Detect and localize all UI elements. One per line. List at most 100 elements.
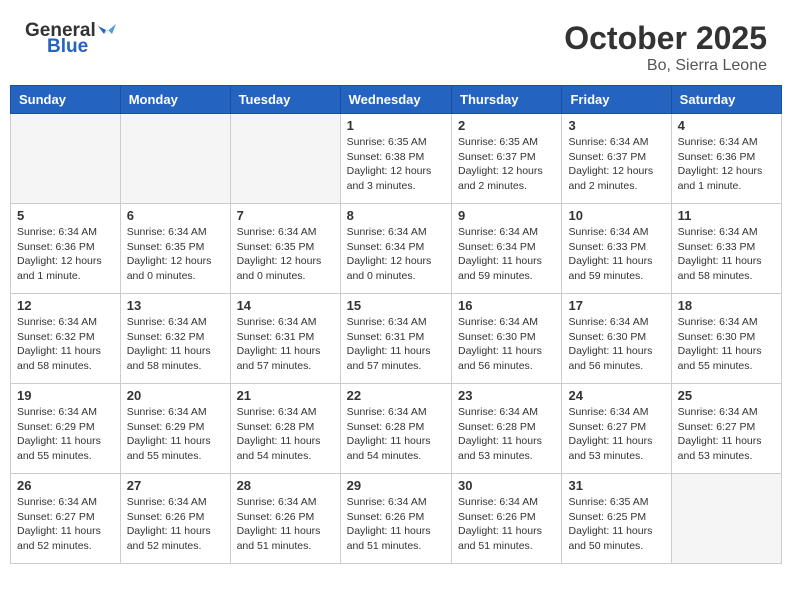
calendar-cell: 17Sunrise: 6:34 AM Sunset: 6:30 PM Dayli… [562,294,671,384]
calendar-cell: 29Sunrise: 6:34 AM Sunset: 6:26 PM Dayli… [340,474,451,564]
day-info: Sunrise: 6:34 AM Sunset: 6:29 PM Dayligh… [17,405,114,464]
day-number: 31 [568,478,664,493]
calendar-cell: 26 Sunrise: 6:34 AM Sunset: 6:27 PM Dayli… [11,474,121,564]
day-number: 9 [458,208,555,223]
calendar-cell: 13 Sunrise: 6:34 AM Sunset: 6:32 PM Dayli… [120,294,230,384]
day-info: Sunrise: 6:34 AM Sunset: 6:31 PM Dayligh… [237,315,334,374]
month-title: October 2025 [564,20,767,57]
weekday-header-wednesday: Wednesday [340,86,451,114]
calendar-cell [671,474,781,564]
day-info: Sunrise: 6:34 AM Sunset: 6:35 PM Dayligh… [127,225,224,284]
day-number: 16 [458,298,555,313]
day-info: Sunrise: 6:34 AM Sunset: 6:37 PM Dayligh… [568,135,664,194]
day-number: 6 [127,208,224,223]
calendar-cell: 16Sunrise: 6:34 AM Sunset: 6:30 PM Dayli… [452,294,562,384]
day-info: Sunrise: 6:34 AM Sunset: 6:27 PM Dayligh… [568,405,664,464]
day-number: 5 [17,208,114,223]
weekday-header-friday: Friday [562,86,671,114]
weekday-header-monday: Monday [120,86,230,114]
calendar-cell: 21 Sunrise: 6:34 AM Sunset: 6:28 PM Dayli… [230,384,340,474]
day-info: Sunrise: 6:34 AM Sunset: 6:36 PM Dayligh… [17,225,114,284]
location-title: Bo, Sierra Leone [564,57,767,75]
calendar-cell: 4 Sunrise: 6:34 AM Sunset: 6:36 PM Daylig… [671,114,781,204]
day-number: 10 [568,208,664,223]
weekday-header-row: SundayMondayTuesdayWednesdayThursdayFrid… [11,86,782,114]
calendar-cell: 9 Sunrise: 6:34 AM Sunset: 6:34 PM Daylig… [452,204,562,294]
calendar-table: SundayMondayTuesdayWednesdayThursdayFrid… [10,85,782,564]
day-number: 24 [568,388,664,403]
day-info: Sunrise: 6:34 AM Sunset: 6:30 PM Dayligh… [678,315,775,374]
day-number: 2 [458,118,555,133]
day-number: 13 [127,298,224,313]
week-row-1: 1 Sunrise: 6:35 AM Sunset: 6:38 PM Daylig… [11,114,782,204]
day-number: 25 [678,388,775,403]
calendar-cell: 20 Sunrise: 6:34 AM Sunset: 6:29 PM Dayli… [120,384,230,474]
day-info: Sunrise: 6:35 AM Sunset: 6:38 PM Dayligh… [347,135,445,194]
day-info: Sunrise: 6:34 AM Sunset: 6:28 PM Dayligh… [458,405,555,464]
day-info: Sunrise: 6:35 AM Sunset: 6:25 PM Dayligh… [568,495,664,554]
day-number: 20 [127,388,224,403]
day-info: Sunrise: 6:34 AM Sunset: 6:27 PM Dayligh… [678,405,775,464]
day-number: 27 [127,478,224,493]
day-number: 21 [237,388,334,403]
weekday-header-thursday: Thursday [452,86,562,114]
day-number: 12 [17,298,114,313]
calendar-cell: 25 Sunrise: 6:34 AM Sunset: 6:27 PM Dayli… [671,384,781,474]
logo-blue-text: Blue [47,36,88,58]
calendar-cell: 12Sunrise: 6:34 AM Sunset: 6:32 PM Dayli… [11,294,121,384]
day-info: Sunrise: 6:34 AM Sunset: 6:27 PM Dayligh… [17,495,114,554]
calendar-cell: 5 Sunrise: 6:34 AM Sunset: 6:36 PM Daylig… [11,204,121,294]
week-row-3: 12 Sunrise: 6:34 AM Sunset: 6:32 PM Dayli… [11,294,782,384]
calendar-cell [120,114,230,204]
day-info: Sunrise: 6:34 AM Sunset: 6:28 PM Dayligh… [347,405,445,464]
calendar-cell: 8Sunrise: 6:34 AM Sunset: 6:34 PM Daylig… [340,204,451,294]
weekday-header-sunday: Sunday [11,86,121,114]
week-row-2: 5 Sunrise: 6:34 AM Sunset: 6:36 PM Daylig… [11,204,782,294]
week-row-4: 19 Sunrise: 6:34 AM Sunset: 6:29 PM Dayli… [11,384,782,474]
day-number: 4 [678,118,775,133]
calendar-cell: 1 Sunrise: 6:35 AM Sunset: 6:38 PM Daylig… [340,114,451,204]
weekday-header-tuesday: Tuesday [230,86,340,114]
day-info: Sunrise: 6:34 AM Sunset: 6:26 PM Dayligh… [127,495,224,554]
day-info: Sunrise: 6:34 AM Sunset: 6:33 PM Dayligh… [568,225,664,284]
day-info: Sunrise: 6:34 AM Sunset: 6:32 PM Dayligh… [127,315,224,374]
calendar-cell: 27 Sunrise: 6:34 AM Sunset: 6:26 PM Dayli… [120,474,230,564]
day-info: Sunrise: 6:34 AM Sunset: 6:31 PM Dayligh… [347,315,445,374]
calendar-cell: 23 Sunrise: 6:34 AM Sunset: 6:28 PM Dayli… [452,384,562,474]
day-info: Sunrise: 6:34 AM Sunset: 6:34 PM Dayligh… [458,225,555,284]
calendar-cell: 19 Sunrise: 6:34 AM Sunset: 6:29 PM Dayli… [11,384,121,474]
day-number: 22 [347,388,445,403]
day-number: 23 [458,388,555,403]
day-info: Sunrise: 6:34 AM Sunset: 6:28 PM Dayligh… [237,405,334,464]
day-number: 19 [17,388,114,403]
title-section: October 2025 Bo, Sierra Leone [564,20,767,75]
calendar-cell: 22 Sunrise: 6:34 AM Sunset: 6:28 PM Dayli… [340,384,451,474]
calendar-cell [11,114,121,204]
calendar-cell: 6 Sunrise: 6:34 AM Sunset: 6:35 PM Daylig… [120,204,230,294]
calendar-cell: 18Sunrise: 6:34 AM Sunset: 6:30 PM Dayli… [671,294,781,384]
day-info: Sunrise: 6:35 AM Sunset: 6:37 PM Dayligh… [458,135,555,194]
calendar-cell: 31 Sunrise: 6:35 AM Sunset: 6:25 PM Dayli… [562,474,671,564]
day-number: 1 [347,118,445,133]
day-number: 3 [568,118,664,133]
day-number: 26 [17,478,114,493]
calendar-cell: 24 Sunrise: 6:34 AM Sunset: 6:27 PM Dayli… [562,384,671,474]
calendar-cell: 14Sunrise: 6:34 AM Sunset: 6:31 PM Dayli… [230,294,340,384]
weekday-header-saturday: Saturday [671,86,781,114]
day-number: 28 [237,478,334,493]
calendar-cell: 7Sunrise: 6:34 AM Sunset: 6:35 PM Daylig… [230,204,340,294]
day-info: Sunrise: 6:34 AM Sunset: 6:33 PM Dayligh… [678,225,775,284]
day-number: 29 [347,478,445,493]
day-info: Sunrise: 6:34 AM Sunset: 6:29 PM Dayligh… [127,405,224,464]
calendar-cell: 11 Sunrise: 6:34 AM Sunset: 6:33 PM Dayli… [671,204,781,294]
day-number: 11 [678,208,775,223]
calendar-cell: 2 Sunrise: 6:35 AM Sunset: 6:37 PM Daylig… [452,114,562,204]
week-row-5: 26 Sunrise: 6:34 AM Sunset: 6:27 PM Dayli… [11,474,782,564]
day-info: Sunrise: 6:34 AM Sunset: 6:36 PM Dayligh… [678,135,775,194]
day-info: Sunrise: 6:34 AM Sunset: 6:26 PM Dayligh… [458,495,555,554]
day-info: Sunrise: 6:34 AM Sunset: 6:34 PM Dayligh… [347,225,445,284]
calendar-cell: 28Sunrise: 6:34 AM Sunset: 6:26 PM Dayli… [230,474,340,564]
day-info: Sunrise: 6:34 AM Sunset: 6:35 PM Dayligh… [237,225,334,284]
day-number: 30 [458,478,555,493]
calendar-cell [230,114,340,204]
